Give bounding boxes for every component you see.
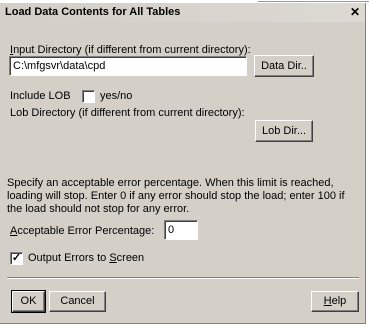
close-icon[interactable]: ✕ — [347, 5, 363, 19]
lob-dir-button[interactable]: Lob Dir... — [255, 120, 313, 142]
include-lob-checkbox[interactable] — [82, 90, 95, 103]
error-percentage-field[interactable]: 0 — [164, 220, 198, 240]
lob-directory-label: Lob Directory (if different from current… — [10, 107, 245, 119]
include-lob-suffix: yes/no — [100, 90, 133, 102]
title-bar[interactable]: Load Data Contents for All Tables ✕ — [0, 3, 365, 22]
help-button[interactable]: Help — [311, 291, 359, 312]
window-title: Load Data Contents for All Tables — [5, 6, 181, 18]
include-lob-label: Include LOB — [10, 90, 71, 102]
output-errors-label: Output Errors to Screen — [28, 252, 145, 264]
error-description: Specify an acceptable error percentage. … — [7, 177, 345, 215]
error-percentage-label: Acceptable Error Percentage: — [10, 225, 155, 237]
input-directory-field[interactable]: C:\mfgsvr\data\cpd — [9, 56, 247, 76]
separator — [7, 277, 359, 279]
input-directory-label: Input Directory (if different from curre… — [10, 44, 251, 56]
output-errors-checkbox[interactable]: ✓ — [10, 252, 23, 265]
dialog-window: Load Data Contents for All Tables ✕ Inpu… — [0, 3, 366, 324]
cancel-button[interactable]: Cancel — [49, 291, 106, 312]
data-dir-button[interactable]: Data Dir.. — [254, 55, 314, 77]
ok-button[interactable]: OK — [11, 290, 46, 313]
